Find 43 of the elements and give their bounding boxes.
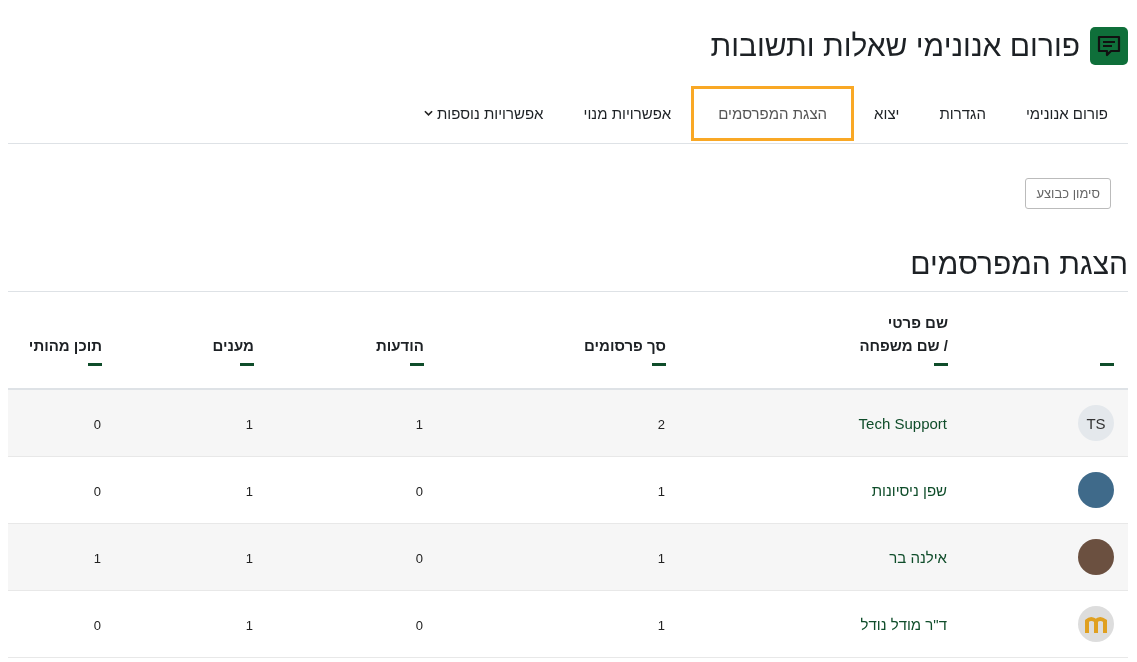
table-cell: 0 <box>93 617 101 633</box>
table-cell: 1 <box>415 416 423 432</box>
forum-chat-icon <box>1090 27 1128 65</box>
table-cell: 0 <box>415 550 423 566</box>
sort-dash-icon[interactable] <box>240 363 254 366</box>
nav-tab[interactable]: פורום אנונימי <box>1005 85 1128 141</box>
sort-dash-icon[interactable] <box>410 363 424 366</box>
column-header[interactable]: תוכן מהותי <box>28 334 102 357</box>
user-name[interactable]: שפן ניסיונות <box>871 481 947 499</box>
page-title: פורום אנונימי שאלות ותשובות <box>710 29 1080 63</box>
table-cell: 0 <box>415 483 423 499</box>
user-initials-avatar: TS <box>1078 405 1114 441</box>
column-header[interactable]: מענים <box>212 334 254 357</box>
table-cell: 1 <box>245 416 253 432</box>
table-cell: 0 <box>415 617 423 633</box>
nav-tab[interactable]: הצגת המפרסמים <box>691 85 855 141</box>
table-cell: 1 <box>93 550 101 566</box>
user-name[interactable]: Tech Support <box>858 414 947 432</box>
mark-done-button[interactable]: סימון כבוצע <box>1025 178 1111 209</box>
table-cell: 1 <box>657 550 665 566</box>
nav-tab[interactable]: הגדרות <box>919 85 1006 141</box>
sort-dash-icon[interactable] <box>652 363 666 366</box>
column-header[interactable]: שם פרטי / שם משפחה <box>859 311 948 357</box>
nav-tab[interactable]: אפשרויות נוספות <box>403 85 564 141</box>
table-cell: 0 <box>93 416 101 432</box>
nav-tab[interactable]: אפשרויות מנוי <box>563 85 692 141</box>
user-name[interactable]: ד"ר מודל נודל <box>860 615 947 633</box>
table-cell: 1 <box>245 617 253 633</box>
sort-dash-icon[interactable] <box>934 363 948 366</box>
table-cell: 1 <box>657 617 665 633</box>
table-cell: 1 <box>245 550 253 566</box>
user-name[interactable]: אילנה בר <box>889 548 947 566</box>
column-header[interactable]: הודעות <box>376 334 424 357</box>
sort-dash-icon[interactable] <box>1100 363 1114 366</box>
table-cell: 2 <box>657 416 665 432</box>
table-cell: 0 <box>93 483 101 499</box>
table-cell: 1 <box>245 483 253 499</box>
column-header[interactable]: סך פרסומים <box>583 334 666 357</box>
nav-tab[interactable]: יצוא <box>854 85 920 141</box>
table-cell: 1 <box>657 483 665 499</box>
section-heading: הצגת המפרסמים <box>909 247 1128 281</box>
sort-dash-icon[interactable] <box>88 363 102 366</box>
logo-avatar-icon <box>1078 606 1114 642</box>
